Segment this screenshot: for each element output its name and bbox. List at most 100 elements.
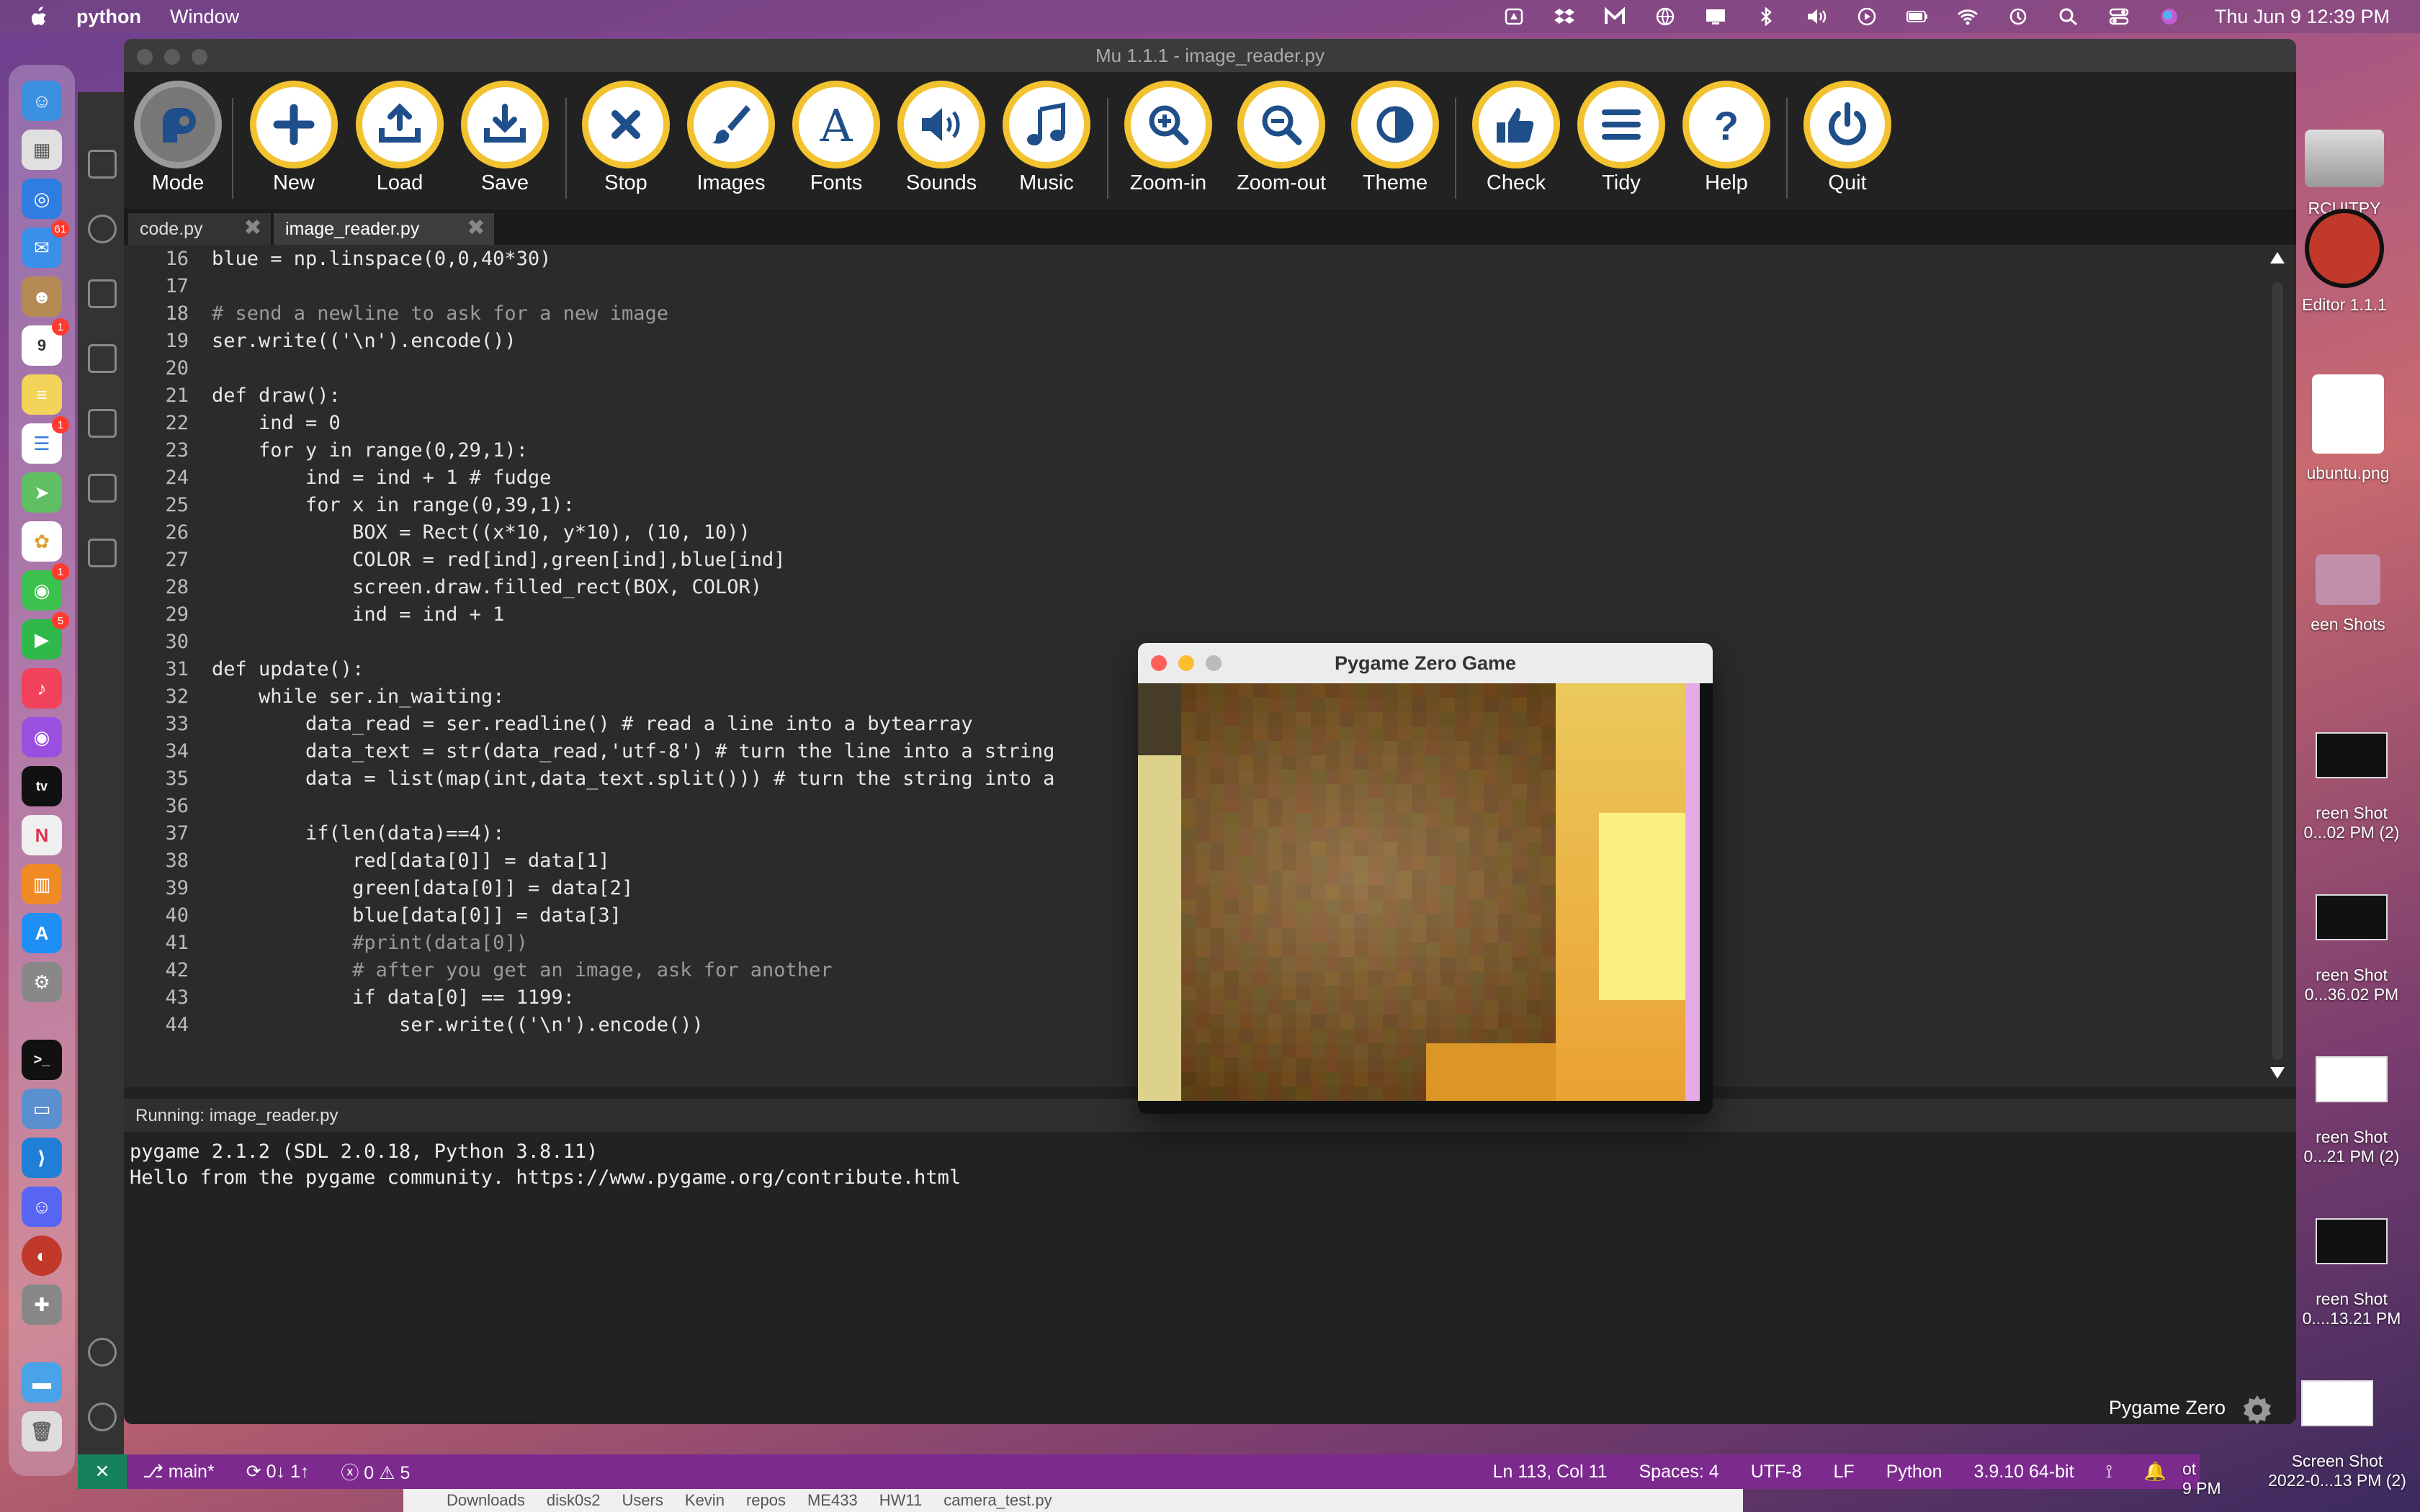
apple-tv-icon[interactable]: tv — [22, 766, 62, 806]
finder-icon[interactable]: ☺ — [22, 81, 62, 121]
terminal-icon[interactable]: >_ — [22, 1040, 62, 1080]
quit-button[interactable]: Quit — [1801, 81, 1894, 195]
reminders-icon[interactable]: ☰ 1 — [22, 416, 69, 464]
notifications-bell-icon[interactable]: 🔔 — [2144, 1462, 2166, 1482]
theme-button[interactable]: Theme — [1348, 81, 1442, 195]
save-button[interactable]: Save — [458, 81, 552, 195]
zoom-in-button[interactable]: Zoom-in — [1121, 81, 1215, 195]
source-control-icon[interactable] — [88, 279, 117, 308]
mail-icon[interactable]: ✉ 61 — [22, 220, 69, 268]
zoom-window-button[interactable] — [1206, 655, 1222, 671]
run-debug-icon[interactable] — [88, 344, 117, 373]
search-icon[interactable] — [88, 215, 117, 243]
manage-gear-icon[interactable] — [88, 1403, 117, 1431]
safari-icon[interactable]: ◎ — [22, 179, 62, 219]
facetime-icon[interactable]: ▶ 5 — [22, 612, 69, 660]
path-item[interactable]: disk0s2 — [547, 1491, 601, 1510]
mu-editor-icon[interactable]: ◐ — [22, 1236, 62, 1276]
cursor-position[interactable]: Ln 113, Col 11 — [1493, 1462, 1608, 1482]
mode-button[interactable]: Mode — [131, 81, 225, 195]
check-button[interactable]: Check — [1469, 81, 1563, 195]
wifi-icon[interactable] — [1955, 6, 1980, 27]
display-icon[interactable] — [1703, 6, 1728, 27]
desktop-drive-circuitpy[interactable]: RCUITPY — [2290, 130, 2398, 218]
extensions-icon[interactable] — [88, 409, 117, 438]
scrollbar-thumb[interactable] — [2272, 282, 2283, 1060]
play-circle-icon[interactable] — [1855, 6, 1879, 27]
settings-gear-icon[interactable] — [2240, 1392, 2275, 1424]
scroll-up-arrow[interactable] — [2270, 252, 2285, 264]
path-item[interactable]: HW11 — [879, 1491, 923, 1510]
testing-icon[interactable] — [88, 539, 117, 567]
spotlight-search-icon[interactable] — [2056, 6, 2081, 27]
desktop-screenshot[interactable]: reen Shot 0...02 PM (2) — [2290, 713, 2413, 842]
encoding[interactable]: UTF-8 — [1751, 1462, 1802, 1482]
output-console[interactable]: pygame 2.1.2 (SDL 2.0.18, Python 3.8.11)… — [124, 1132, 2296, 1384]
end-of-line[interactable]: LF — [1834, 1462, 1855, 1482]
window-title-bar[interactable]: Mu 1.1.1 - image_reader.py — [124, 39, 2296, 72]
close-tab-icon[interactable]: ✖ — [242, 217, 264, 239]
folder-icon[interactable]: ▬ — [22, 1362, 62, 1403]
volume-icon[interactable] — [1804, 6, 1829, 27]
stop-button[interactable]: Stop — [579, 81, 673, 195]
m-app-icon[interactable] — [1603, 6, 1627, 27]
system-preferences-icon[interactable]: ⚙ — [22, 962, 62, 1002]
path-item[interactable]: Downloads — [447, 1491, 525, 1510]
menu-window[interactable]: Window — [170, 6, 239, 28]
app-menu-python[interactable]: python — [76, 6, 141, 28]
desktop-screenshot[interactable]: reen Shot 0....13.21 PM — [2290, 1199, 2413, 1328]
books-icon[interactable]: ▥ — [22, 864, 62, 904]
vscode-icon[interactable]: ⟩ — [22, 1138, 62, 1178]
indentation[interactable]: Spaces: 4 — [1639, 1462, 1719, 1482]
path-item[interactable]: camera_test.py — [944, 1491, 1052, 1510]
vertical-scrollbar[interactable] — [2267, 245, 2287, 1087]
discord-icon[interactable]: ☺ — [22, 1187, 62, 1227]
desktop-screenshot[interactable]: reen Shot 0...21 PM (2) — [2290, 1037, 2413, 1166]
close-window-button[interactable] — [1151, 655, 1167, 671]
apple-icon[interactable] — [27, 4, 49, 29]
siri-icon[interactable] — [2157, 6, 2182, 27]
scroll-down-arrow[interactable] — [2270, 1067, 2285, 1079]
account-icon[interactable] — [88, 1338, 117, 1367]
menubar-clock[interactable]: Thu Jun 9 12:39 PM — [2215, 6, 2390, 28]
globe-icon[interactable] — [1653, 6, 1677, 27]
tidy-button[interactable]: Tidy — [1574, 81, 1668, 195]
battery-icon[interactable] — [1905, 6, 1930, 27]
trash-icon[interactable]: 🗑 — [22, 1411, 62, 1452]
python-interpreter[interactable]: 3.9.10 64-bit — [1974, 1462, 2074, 1482]
dropbox-icon[interactable] — [1552, 6, 1577, 27]
music-app-icon[interactable]: ♪ — [22, 668, 62, 708]
desktop-screenshot[interactable]: reen Shot 0...36.02 PM — [2290, 875, 2413, 1004]
notes-icon[interactable]: ≡ — [22, 374, 62, 415]
close-window-button[interactable] — [137, 49, 153, 65]
remote-explorer-icon[interactable] — [88, 474, 117, 503]
photos-icon[interactable]: ✿ — [22, 521, 62, 562]
tab-image-reader-py[interactable]: image_reader.py ✖ — [274, 213, 494, 245]
bluetooth-icon[interactable] — [1754, 6, 1778, 27]
git-branch[interactable]: ⎇ main* — [143, 1461, 215, 1482]
path-item[interactable]: repos — [746, 1491, 786, 1510]
desktop-screen-shots-folder[interactable]: een Shots — [2290, 554, 2406, 634]
podcasts-icon[interactable]: ◉ — [22, 717, 62, 757]
problems-indicator[interactable]: ⓧ 0 ⚠ 5 — [341, 1459, 410, 1485]
git-sync[interactable]: ⟳ 0↓ 1↑ — [246, 1461, 310, 1482]
time-machine-icon[interactable] — [2006, 6, 2030, 27]
desktop-screenshot-partial[interactable]: ot 9 PM — [2182, 1440, 2240, 1498]
maps-icon[interactable]: ➤ — [22, 472, 62, 513]
disk-utility-icon[interactable]: ▭ — [22, 1089, 62, 1129]
zoom-out-button[interactable]: Zoom-out — [1234, 81, 1328, 195]
minimize-window-button[interactable] — [1178, 655, 1194, 671]
tab-code-py[interactable]: code.py ✖ — [128, 213, 271, 245]
zoom-window-button[interactable] — [192, 49, 207, 65]
help-button[interactable]: ? Help — [1680, 81, 1773, 195]
camera-image-canvas[interactable] — [1138, 683, 1700, 1107]
explorer-icon[interactable] — [88, 150, 117, 179]
load-button[interactable]: Load — [353, 81, 447, 195]
pygame-title-bar[interactable]: Pygame Zero Game — [1138, 643, 1713, 683]
calendar-icon[interactable]: 91 — [22, 318, 69, 366]
path-item[interactable]: ME433 — [807, 1491, 858, 1510]
minimize-window-button[interactable] — [164, 49, 180, 65]
fonts-button[interactable]: A Fonts — [789, 81, 883, 195]
remote-indicator-icon[interactable]: ✕ — [78, 1454, 127, 1489]
desktop-mu-editor[interactable]: Editor 1.1.1 — [2283, 209, 2406, 315]
